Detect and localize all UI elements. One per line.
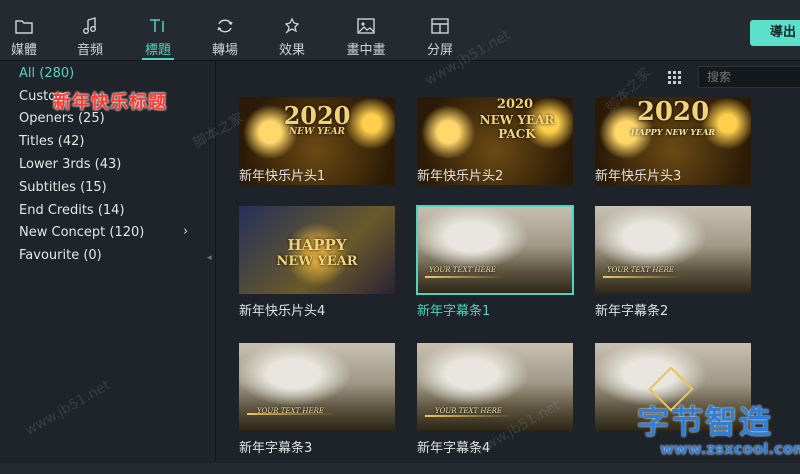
title-item[interactable]: YOUR TEXT HERE 新年字幕条3 bbox=[239, 343, 395, 456]
tab-pip[interactable]: 畫中畫 bbox=[336, 0, 396, 60]
transition-icon bbox=[214, 15, 236, 37]
tab-transitions[interactable]: 轉場 bbox=[195, 0, 255, 60]
picture-in-picture-icon bbox=[355, 15, 377, 37]
title-item-label: 新年快乐片头4 bbox=[239, 304, 326, 319]
caption-bar bbox=[425, 276, 505, 278]
thumb-subheading: NEW YEAR PACK bbox=[479, 113, 555, 141]
category-all[interactable]: All (280) bbox=[19, 66, 74, 81]
title-item-label: 新年快乐片头1 bbox=[239, 169, 326, 184]
effects-icon bbox=[281, 15, 303, 37]
title-item[interactable]: 2020 NEW YEAR PACK 新年快乐片头2 bbox=[417, 97, 573, 187]
folder-icon bbox=[13, 15, 35, 37]
tab-effects-label: 效果 bbox=[278, 43, 305, 58]
export-button[interactable]: 導出 bbox=[750, 20, 800, 46]
search-input[interactable] bbox=[698, 66, 800, 88]
title-thumbnail: YOUR TEXT HERE bbox=[416, 205, 574, 295]
tab-transitions-label: 轉場 bbox=[211, 43, 238, 58]
text-title-icon bbox=[147, 15, 169, 37]
music-note-icon bbox=[79, 15, 101, 37]
title-item-label: 新年快乐片头3 bbox=[595, 169, 682, 184]
tab-effects[interactable]: 效果 bbox=[262, 0, 322, 60]
caption-bar bbox=[425, 415, 515, 417]
title-item[interactable]: HAPPY NEW YEAR 新年快乐片头4 bbox=[239, 206, 395, 319]
brand-watermark: 字节智造 bbox=[637, 403, 774, 441]
split-screen-icon bbox=[429, 15, 451, 37]
collapse-sidebar-icon[interactable]: ◂ bbox=[207, 253, 212, 263]
thumb-heading: HAPPY bbox=[287, 236, 347, 254]
tab-media-label: 媒體 bbox=[10, 43, 37, 58]
title-thumbnail: HAPPY NEW YEAR bbox=[239, 206, 395, 294]
thumb-caption: YOUR TEXT HERE bbox=[429, 266, 497, 274]
tab-split-screen[interactable]: 分屏 bbox=[410, 0, 470, 60]
grid-view-icon[interactable] bbox=[668, 70, 682, 84]
title-item-selected[interactable]: YOUR TEXT HERE 新年字幕条1 bbox=[416, 205, 574, 319]
thumb-caption: YOUR TEXT HERE bbox=[257, 407, 325, 415]
title-item[interactable]: 2020 NEW YEAR 新年快乐片头1 bbox=[239, 97, 395, 187]
title-thumbnail: YOUR TEXT HERE bbox=[239, 343, 395, 431]
category-end-credits[interactable]: End Credits (14) bbox=[19, 203, 125, 218]
title-item[interactable]: YOUR TEXT HERE 新年字幕条2 bbox=[595, 206, 751, 319]
tab-titles-label: 標題 bbox=[144, 43, 171, 58]
title-item-label: 新年字幕条3 bbox=[239, 441, 313, 456]
brand-url-watermark: www.zsxcool.com bbox=[660, 440, 800, 458]
thumb-heading: 2020 bbox=[496, 97, 534, 112]
category-titles[interactable]: Titles (42) bbox=[19, 134, 84, 149]
category-lower-thirds[interactable]: Lower 3rds (43) bbox=[19, 157, 121, 172]
tab-split-screen-label: 分屏 bbox=[426, 43, 453, 58]
category-sidebar: All (280) Custom Openers (25) Titles (42… bbox=[0, 61, 216, 461]
title-item-label: 新年字幕条2 bbox=[595, 304, 669, 319]
thumb-subheading: NEW YEAR bbox=[276, 254, 358, 269]
top-toolbar: 媒體 音頻 標題 轉場 效果 畫中畫 分屏 導出 bbox=[0, 0, 800, 61]
tab-pip-label: 畫中畫 bbox=[346, 43, 386, 58]
category-subtitles[interactable]: Subtitles (15) bbox=[19, 180, 107, 195]
thumb-subheading: HAPPY NEW YEAR bbox=[630, 127, 716, 137]
category-favourite[interactable]: Favourite (0) bbox=[19, 248, 102, 263]
thumb-caption: YOUR TEXT HERE bbox=[435, 407, 503, 415]
title-item-label: 新年字幕条1 bbox=[417, 304, 491, 319]
bottom-strip bbox=[0, 463, 800, 474]
title-item-label: 新年快乐片头2 bbox=[417, 169, 504, 184]
thumb-subheading: NEW YEAR bbox=[288, 127, 346, 137]
chevron-right-icon[interactable]: › bbox=[183, 224, 188, 239]
tab-audio[interactable]: 音頻 bbox=[60, 0, 120, 60]
thumb-heading: 2020 bbox=[283, 101, 351, 130]
overlay-caption: 新年快乐标题 bbox=[53, 92, 167, 113]
tab-audio-label: 音頻 bbox=[76, 43, 103, 58]
tab-media[interactable]: 媒體 bbox=[0, 0, 54, 60]
tab-titles[interactable]: 標題 bbox=[128, 0, 188, 60]
category-new-concept[interactable]: New Concept (120) bbox=[19, 225, 144, 240]
caption-bar bbox=[603, 276, 683, 278]
thumb-caption: YOUR TEXT HERE bbox=[607, 266, 675, 274]
title-thumbnail: YOUR TEXT HERE bbox=[595, 206, 751, 294]
